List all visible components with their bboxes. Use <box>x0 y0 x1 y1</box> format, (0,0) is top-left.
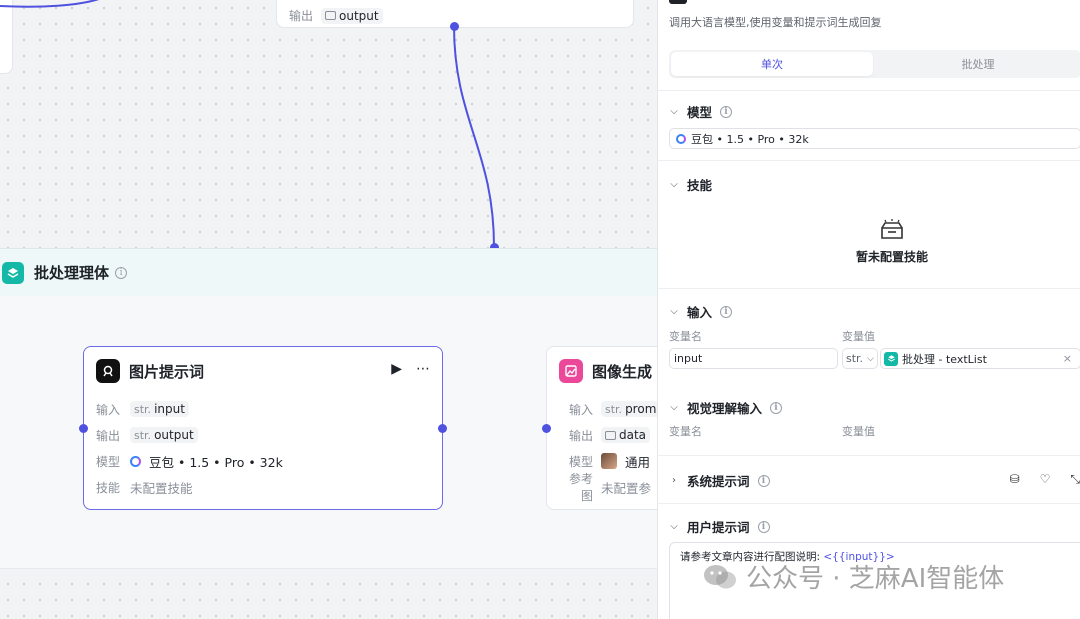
info-icon[interactable]: i <box>770 401 783 414</box>
info-icon[interactable]: i <box>115 266 128 279</box>
port-upstream-out[interactable] <box>450 22 459 31</box>
batch-title: 批处理理体 <box>34 264 110 282</box>
column-var-name: 变量名 <box>669 425 702 438</box>
node-row-skills: 技能 未配置技能 <box>96 480 193 496</box>
column-var-value: 变量值 <box>842 425 875 438</box>
section-system-prompt-header[interactable]: › 系统提示词 i <box>669 471 770 490</box>
port-image-in[interactable] <box>542 424 551 433</box>
node-row-output: 输出 str. output <box>96 425 283 445</box>
node-title: 图片提示词 <box>129 362 205 381</box>
divider <box>658 503 1080 504</box>
output-label: 输出 <box>289 9 314 23</box>
clear-icon[interactable]: × <box>1063 352 1072 365</box>
image-type-icon <box>605 430 616 440</box>
section-user-prompt-header[interactable]: ⌵ 用户提示词 i <box>669 517 770 536</box>
section-input-header[interactable]: ⌵ 输入 i <box>669 302 733 321</box>
tab-batch[interactable]: 批处理 <box>877 52 1079 76</box>
port-prompt-out[interactable] <box>438 424 447 433</box>
section-model-header[interactable]: ⌵ 模型 i <box>669 102 733 121</box>
divider <box>658 455 1080 456</box>
chevron-down-icon: ⌵ <box>670 179 678 190</box>
chevron-down-icon: ⌵ <box>670 521 678 532</box>
empty-box-icon <box>881 219 903 239</box>
watermark: 公众号 · 芝麻AI智能体 <box>702 558 1004 595</box>
column-var-name: 变量名 <box>669 330 702 343</box>
section-vision-header[interactable]: ⌵ 视觉理解输入 i <box>669 398 783 417</box>
edge-upstream-to-batch <box>453 25 495 248</box>
chevron-down-icon: ⌵ <box>670 106 678 117</box>
image-prompt-node[interactable]: 图片提示词 ▶ ⋯ 输入 str. input 输出 str. output 模型 … <box>83 346 443 510</box>
chevron-down-icon: ⌵ <box>670 306 678 317</box>
partial-node-left[interactable] <box>0 0 13 74</box>
var-name-input[interactable]: input <box>669 348 838 369</box>
layers-icon <box>2 261 24 284</box>
doubao-icon <box>676 133 686 144</box>
skills-empty-state: 暂未配置技能 <box>856 218 928 265</box>
var-reference-select[interactable]: 批处理 - textList × <box>880 348 1080 369</box>
chevron-down-icon: ⌵ <box>670 402 678 413</box>
skills-empty-text: 暂未配置技能 <box>856 250 929 264</box>
node-description: 调用大语言模型,使用变量和提示词生成回复 <box>669 16 882 29</box>
info-icon[interactable]: i <box>720 105 733 118</box>
node-row-output: 输出 data <box>559 425 657 445</box>
lightbulb-icon[interactable]: ♡ <box>1040 472 1051 487</box>
edge-top-left <box>0 0 99 8</box>
info-icon[interactable]: i <box>757 474 770 487</box>
tab-single[interactable]: 单次 <box>671 52 873 76</box>
info-icon[interactable]: i <box>720 305 733 318</box>
node-row-model: 模型 豆包 • 1.5 • Pro • 32k <box>96 454 283 470</box>
mode-tabs: 单次 批处理 <box>669 50 1080 78</box>
var-type-select[interactable]: str. ⌵ <box>842 348 878 369</box>
divider <box>658 160 1080 161</box>
doubao-icon <box>130 455 141 467</box>
node-row-reference: 参考图 未配置参 <box>568 472 652 503</box>
model-select[interactable]: 豆包 • 1.5 • Pro • 32k <box>669 128 1080 149</box>
llm-icon <box>96 359 120 383</box>
model-avatar-icon <box>601 453 617 469</box>
layers-icon <box>884 351 898 366</box>
batch-header[interactable]: 批处理理体 i <box>0 248 657 296</box>
image-type-icon <box>325 11 337 20</box>
divider <box>658 288 1080 289</box>
section-skills-header[interactable]: ⌵ 技能 <box>669 175 712 194</box>
chevron-right-icon: › <box>672 475 676 486</box>
system-prompt-tools: ⛁ ♡ ⤡ <box>1010 472 1080 487</box>
workflow-canvas[interactable]: 输出 output 批处理理体 i 图片提示词 ▶ ⋯ 输入 str. inpu… <box>0 0 657 619</box>
image-generation-node[interactable]: 图像生成 输入 str.promp 输出 data 模型 通用 参考图 未配置参 <box>546 346 657 510</box>
column-var-value: 变量值 <box>842 330 875 343</box>
run-icon[interactable]: ▶ <box>391 361 402 377</box>
expand-icon[interactable]: ⤡ <box>1070 472 1080 487</box>
node-row-input: 输入 str.promp <box>559 399 657 419</box>
more-icon[interactable]: ⋯ <box>416 361 430 377</box>
node-row-model: 模型 通用 <box>568 453 651 470</box>
wechat-icon <box>704 564 736 588</box>
node-config-panel: 调用大语言模型,使用变量和提示词生成回复 单次 批处理 ⌵ 模型 i 豆包 • … <box>657 0 1080 619</box>
divider <box>658 90 1080 91</box>
output-chip: output <box>321 7 383 24</box>
node-row-input: 输入 str. input <box>96 399 283 419</box>
port-prompt-in[interactable] <box>79 424 88 433</box>
chevron-down-icon: ⌵ <box>867 353 874 364</box>
library-icon[interactable]: ⛁ <box>1010 472 1020 487</box>
image-gen-icon <box>559 359 583 383</box>
info-icon[interactable]: i <box>757 520 770 533</box>
node-title: 图像生成 <box>592 362 653 381</box>
llm-icon <box>669 0 687 4</box>
